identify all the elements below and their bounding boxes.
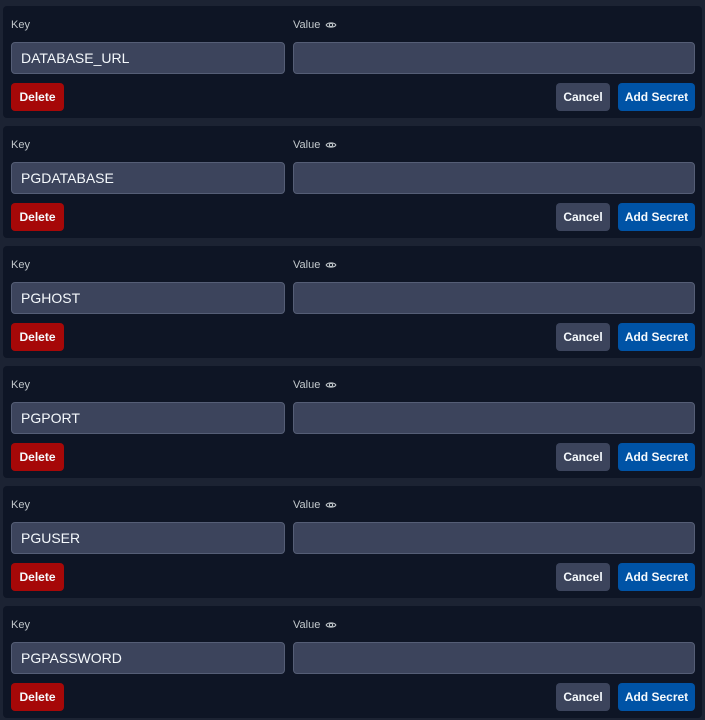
delete-button[interactable]: Delete (11, 563, 64, 591)
add-secret-button[interactable]: Add Secret (618, 203, 695, 231)
value-input[interactable] (293, 162, 695, 194)
value-label: Value (293, 259, 337, 271)
key-input[interactable] (11, 642, 285, 674)
delete-button[interactable]: Delete (11, 443, 64, 471)
value-input[interactable] (293, 402, 695, 434)
cancel-button[interactable]: Cancel (556, 563, 610, 591)
cancel-button[interactable]: Cancel (556, 83, 610, 111)
value-input[interactable] (293, 642, 695, 674)
key-label: Key (11, 619, 30, 631)
key-label: Key (11, 259, 30, 271)
cancel-button[interactable]: Cancel (556, 203, 610, 231)
add-secret-button[interactable]: Add Secret (618, 683, 695, 711)
key-label: Key (11, 139, 30, 151)
eye-icon[interactable] (325, 19, 337, 31)
delete-button[interactable]: Delete (11, 83, 64, 111)
key-input[interactable] (11, 282, 285, 314)
value-input[interactable] (293, 42, 695, 74)
eye-icon[interactable] (325, 619, 337, 631)
eye-icon[interactable] (325, 139, 337, 151)
value-label: Value (293, 499, 337, 511)
key-input[interactable] (11, 522, 285, 554)
value-label: Value (293, 379, 337, 391)
key-input[interactable] (11, 162, 285, 194)
secret-card: Key Value Delete Cancel Add Secret (3, 6, 702, 118)
add-secret-button[interactable]: Add Secret (618, 323, 695, 351)
key-label: Key (11, 379, 30, 391)
delete-button[interactable]: Delete (11, 323, 64, 351)
delete-button[interactable]: Delete (11, 683, 64, 711)
value-label: Value (293, 139, 337, 151)
secret-card: Key Value Delete Cancel Add Secret (3, 246, 702, 358)
value-input[interactable] (293, 522, 695, 554)
key-label: Key (11, 499, 30, 511)
cancel-button[interactable]: Cancel (556, 683, 610, 711)
secret-card: Key Value Delete Cancel Add Secret (3, 126, 702, 238)
key-input[interactable] (11, 402, 285, 434)
key-label: Key (11, 19, 30, 31)
secret-card: Key Value Delete Cancel Add Secret (3, 486, 702, 598)
value-label: Value (293, 19, 337, 31)
delete-button[interactable]: Delete (11, 203, 64, 231)
eye-icon[interactable] (325, 499, 337, 511)
eye-icon[interactable] (325, 259, 337, 271)
value-input[interactable] (293, 282, 695, 314)
eye-icon[interactable] (325, 379, 337, 391)
key-input[interactable] (11, 42, 285, 74)
add-secret-button[interactable]: Add Secret (618, 563, 695, 591)
add-secret-button[interactable]: Add Secret (618, 83, 695, 111)
add-secret-button[interactable]: Add Secret (618, 443, 695, 471)
value-label: Value (293, 619, 337, 631)
cancel-button[interactable]: Cancel (556, 443, 610, 471)
secret-card: Key Value Delete Cancel Add Secret (3, 366, 702, 478)
cancel-button[interactable]: Cancel (556, 323, 610, 351)
secret-card: Key Value Delete Cancel Add Secret (3, 606, 702, 718)
